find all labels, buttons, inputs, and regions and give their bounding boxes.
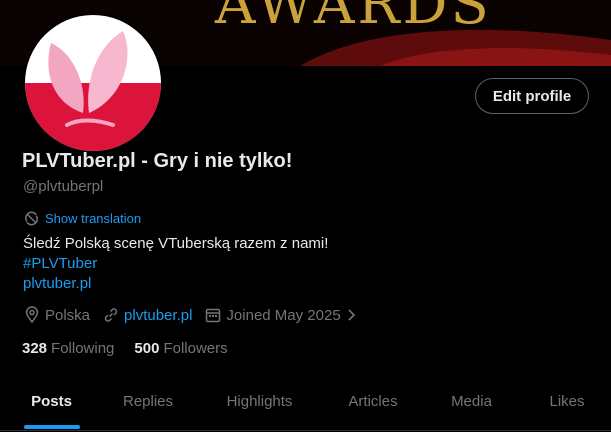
banner-title: AWARDS (215, 0, 492, 37)
profile-tabs: Posts Replies Highlights Articles Media … (0, 372, 611, 430)
bio-text: Śledź Polską scenę VTuberską razem z nam… (23, 235, 329, 252)
followers-value: 500 (134, 340, 160, 357)
meta-joined-text: Joined May 2025 (226, 306, 341, 324)
calendar-icon (204, 306, 222, 324)
tab-media[interactable]: Media (420, 372, 523, 430)
followers-count[interactable]: 500 Followers (134, 340, 227, 357)
following-count[interactable]: 328 Following (22, 340, 114, 357)
following-label: Following (51, 340, 115, 357)
edit-profile-button[interactable]: Edit profile (475, 78, 589, 114)
tab-replies[interactable]: Replies (103, 372, 193, 430)
chevron-right-icon (345, 308, 357, 322)
translate-icon (24, 211, 39, 226)
avatar[interactable] (23, 13, 163, 153)
tab-highlights[interactable]: Highlights (193, 372, 326, 430)
active-tab-indicator (24, 425, 80, 429)
bio-hashtag-link[interactable]: #PLVTuber (23, 254, 328, 274)
show-translation-link[interactable]: Show translation (24, 211, 141, 226)
show-translation-label: Show translation (45, 211, 142, 226)
meta-website-link[interactable]: plvtuber.pl (124, 307, 192, 324)
meta-joined[interactable]: Joined May 2025 (204, 306, 356, 324)
profile-display-name: PLVTuber.pl - Gry i nie tylko! (22, 150, 293, 172)
tab-articles[interactable]: Articles (326, 372, 420, 430)
following-value: 328 (22, 340, 48, 357)
bio-website-link[interactable]: plvtuber.pl (23, 274, 328, 294)
tab-posts[interactable]: Posts (0, 372, 103, 430)
link-icon (102, 306, 120, 324)
follow-counts: 328 Following 500 Followers (22, 340, 248, 357)
profile-meta: Polska plvtuber.pl Joined May 2025 (23, 306, 369, 324)
tab-likes[interactable]: Likes (523, 372, 611, 430)
profile-handle: @plvtuberpl (23, 178, 104, 195)
meta-location-text: Polska (45, 306, 91, 324)
meta-website[interactable]: plvtuber.pl (102, 306, 192, 324)
tabs-divider (0, 430, 611, 431)
followers-label: Followers (163, 340, 228, 357)
meta-location: Polska (23, 306, 90, 324)
location-pin-icon (23, 306, 41, 324)
profile-bio: Śledź Polską scenę VTuberską razem z nam… (23, 234, 328, 294)
